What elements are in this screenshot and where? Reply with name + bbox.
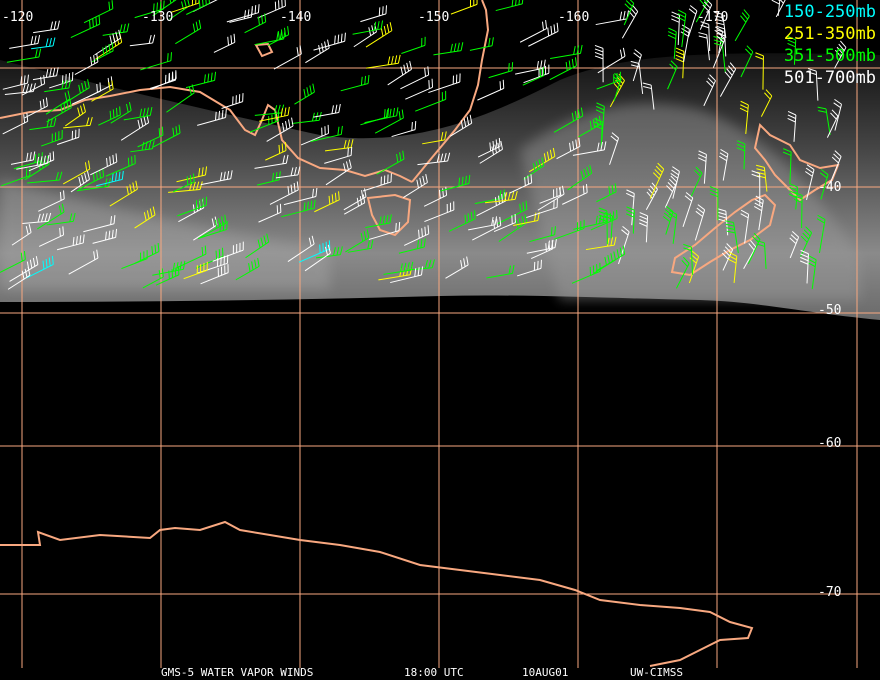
legend-501-700mb: 501-700mb	[783, 68, 876, 88]
wind-barb	[428, 73, 461, 94]
wind-barb	[374, 109, 404, 134]
wind-barb	[495, 0, 524, 12]
lon-label: -120	[2, 10, 34, 25]
wind-barb	[175, 19, 202, 45]
lon-label: -170	[697, 10, 729, 25]
wind-barb	[313, 104, 341, 118]
wind-barb	[621, 4, 639, 39]
wind-barb	[129, 34, 156, 47]
wind-barb	[401, 36, 426, 54]
lat-label: -50	[818, 303, 842, 318]
wind-barb	[433, 42, 464, 56]
wind-barb	[74, 53, 99, 75]
wind-barb	[352, 20, 384, 35]
wind-barb	[140, 52, 172, 71]
lon-label: -160	[558, 10, 590, 25]
wind-barb	[595, 10, 629, 26]
wind-barb	[213, 33, 236, 53]
kangaroo-island	[254, 42, 274, 58]
legend-351-500mb: 351-500mb	[783, 46, 876, 66]
wind-barb	[9, 34, 41, 49]
wind-barb	[360, 5, 387, 23]
wind-barb	[488, 62, 514, 79]
wind-barb	[360, 108, 389, 126]
wind-barb	[294, 83, 315, 105]
lon-label: -150	[418, 10, 450, 25]
wind-barb	[33, 20, 60, 34]
wind-barb	[366, 54, 401, 69]
lon-label: -130	[142, 10, 174, 25]
wind-barb	[83, 0, 114, 24]
wind-barb	[6, 48, 42, 63]
wind-barb	[519, 20, 548, 43]
wind-barb	[291, 111, 322, 124]
wind-barb	[340, 74, 370, 92]
lon-label: -140	[280, 10, 312, 25]
wind-barb	[667, 27, 677, 59]
lat-label: -40	[818, 180, 842, 195]
wind-barb	[523, 64, 550, 84]
source-label: UW-CIMSS	[630, 666, 683, 679]
lat-label: -70	[818, 585, 842, 600]
lat-label: -60	[818, 436, 842, 451]
wind-barb	[91, 42, 114, 63]
legend-150-250mb: 150-250mb	[783, 2, 876, 22]
wind-barb	[273, 45, 302, 70]
satellite-label: GMS-5 WATER VAPOR WINDS	[161, 666, 314, 679]
footer-caption: GMS-5 WATER VAPOR WINDS 18:00 UTC 10AUG0…	[0, 666, 880, 680]
satellite-wind-map: -120 -130 -140 -150 -160 -170 -40 -50 -6…	[0, 0, 880, 680]
wind-barb	[31, 37, 56, 50]
wind-barb	[450, 0, 478, 15]
wind-barb	[405, 78, 434, 100]
legend-251-350mb: 251-350mb	[783, 24, 876, 44]
time-label: 18:00 UTC	[404, 666, 464, 679]
wind-barb	[364, 107, 399, 124]
wind-barb	[185, 71, 217, 89]
wind-barb	[469, 37, 494, 51]
wind-barb	[734, 9, 750, 42]
date-label: 10AUG01	[522, 666, 569, 679]
wind-barb	[305, 39, 330, 64]
map-canvas	[0, 0, 880, 668]
wind-barb	[70, 15, 101, 38]
wind-barb	[771, 0, 781, 16]
wind-barb	[151, 70, 177, 90]
